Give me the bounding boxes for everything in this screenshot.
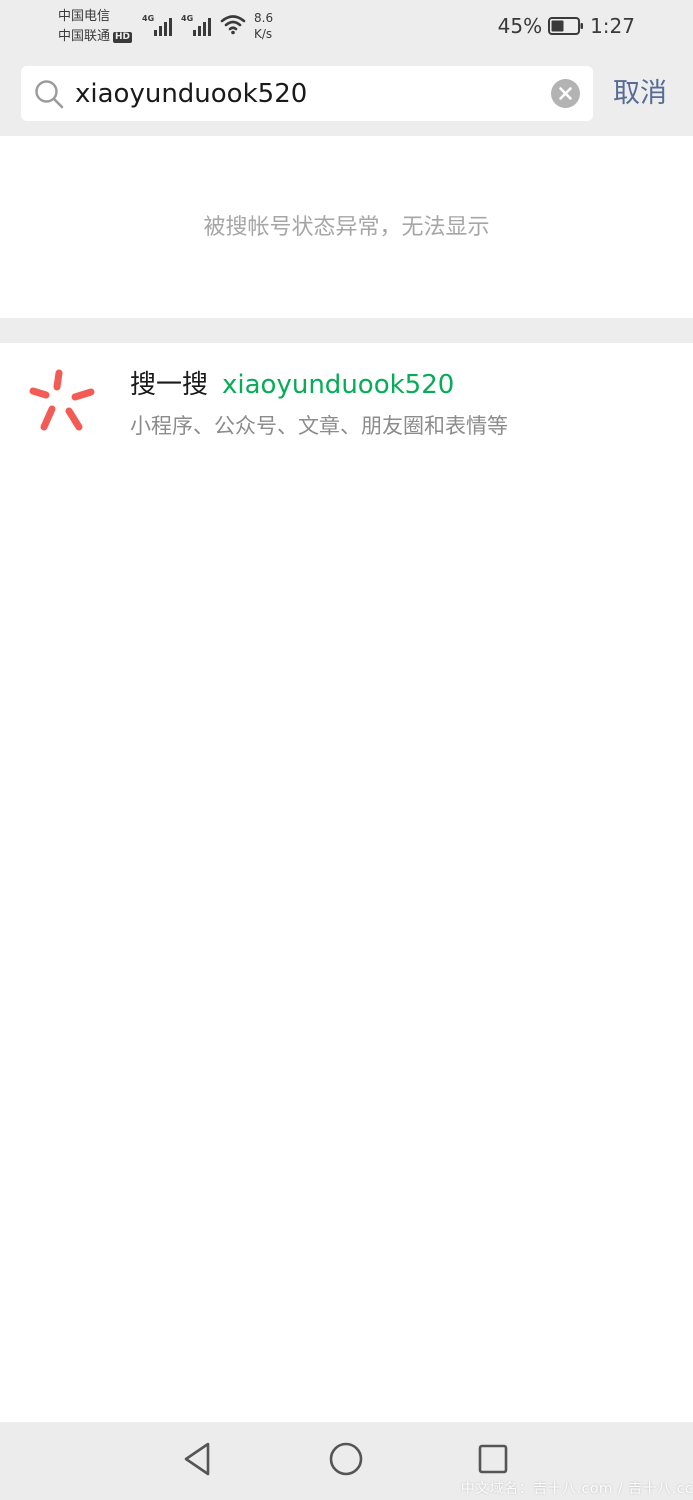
recent-square-icon[interactable] bbox=[473, 1439, 513, 1479]
carrier-2-row: 中国联通 HD bbox=[58, 27, 133, 47]
status-bar: 中国电信 中国联通 HD 4G 4G 8.6 K/s 45% 1:27 bbox=[0, 0, 693, 52]
signal-bars-2-icon bbox=[193, 18, 211, 36]
net-speed: 8.6 K/s bbox=[254, 10, 273, 42]
search-header: 取消 bbox=[0, 52, 693, 136]
battery-icon bbox=[548, 17, 584, 35]
clear-icon[interactable] bbox=[551, 79, 580, 108]
account-abnormal-notice: 被搜帐号状态异常，无法显示 bbox=[203, 215, 490, 240]
status-right: 45% 1:27 bbox=[498, 14, 635, 38]
search-icon bbox=[35, 80, 64, 109]
sousou-query: xiaoyunduook520 bbox=[222, 370, 455, 400]
home-circle-icon[interactable] bbox=[326, 1439, 366, 1479]
signal-1-icon: 4G bbox=[142, 14, 178, 38]
battery-percent: 45% bbox=[497, 14, 543, 38]
clock: 1:27 bbox=[590, 14, 635, 38]
section-divider bbox=[0, 318, 693, 343]
signal-bars-1-icon bbox=[154, 18, 172, 36]
navigation-bar: 中文域名：吉十八.com / 吉十八.cc bbox=[0, 1422, 693, 1500]
sousou-search-item[interactable]: 搜一搜 xiaoyunduook520 小程序、公众号、文章、朋友圈和表情等 bbox=[0, 343, 693, 458]
back-triangle-icon[interactable] bbox=[178, 1439, 218, 1479]
wifi-icon bbox=[220, 15, 246, 35]
sousou-icon bbox=[29, 369, 95, 431]
search-input[interactable] bbox=[75, 74, 535, 114]
notice-panel: 被搜帐号状态异常，无法显示 bbox=[0, 136, 693, 318]
sousou-label: 搜一搜 bbox=[130, 370, 209, 400]
net-speed-value: 8.6 bbox=[254, 11, 274, 25]
carrier-2: 中国联通 bbox=[58, 29, 111, 44]
sousou-description: 小程序、公众号、文章、朋友圈和表情等 bbox=[130, 414, 508, 438]
hd-badge: HD bbox=[113, 32, 133, 43]
cancel-button[interactable]: 取消 bbox=[613, 74, 667, 114]
sousou-title-row: 搜一搜 xiaoyunduook520 bbox=[130, 365, 454, 405]
net-speed-unit: K/s bbox=[254, 27, 273, 41]
watermark: 中文域名：吉十八.com / 吉十八.cc bbox=[460, 1481, 693, 1497]
carrier-info: 中国电信 中国联通 HD bbox=[58, 7, 133, 47]
carrier-1: 中国电信 bbox=[58, 9, 111, 24]
network-type-1: 4G bbox=[142, 14, 155, 23]
search-box[interactable] bbox=[21, 66, 593, 121]
network-type-2: 4G bbox=[181, 14, 194, 23]
signal-2-icon: 4G bbox=[181, 14, 217, 38]
